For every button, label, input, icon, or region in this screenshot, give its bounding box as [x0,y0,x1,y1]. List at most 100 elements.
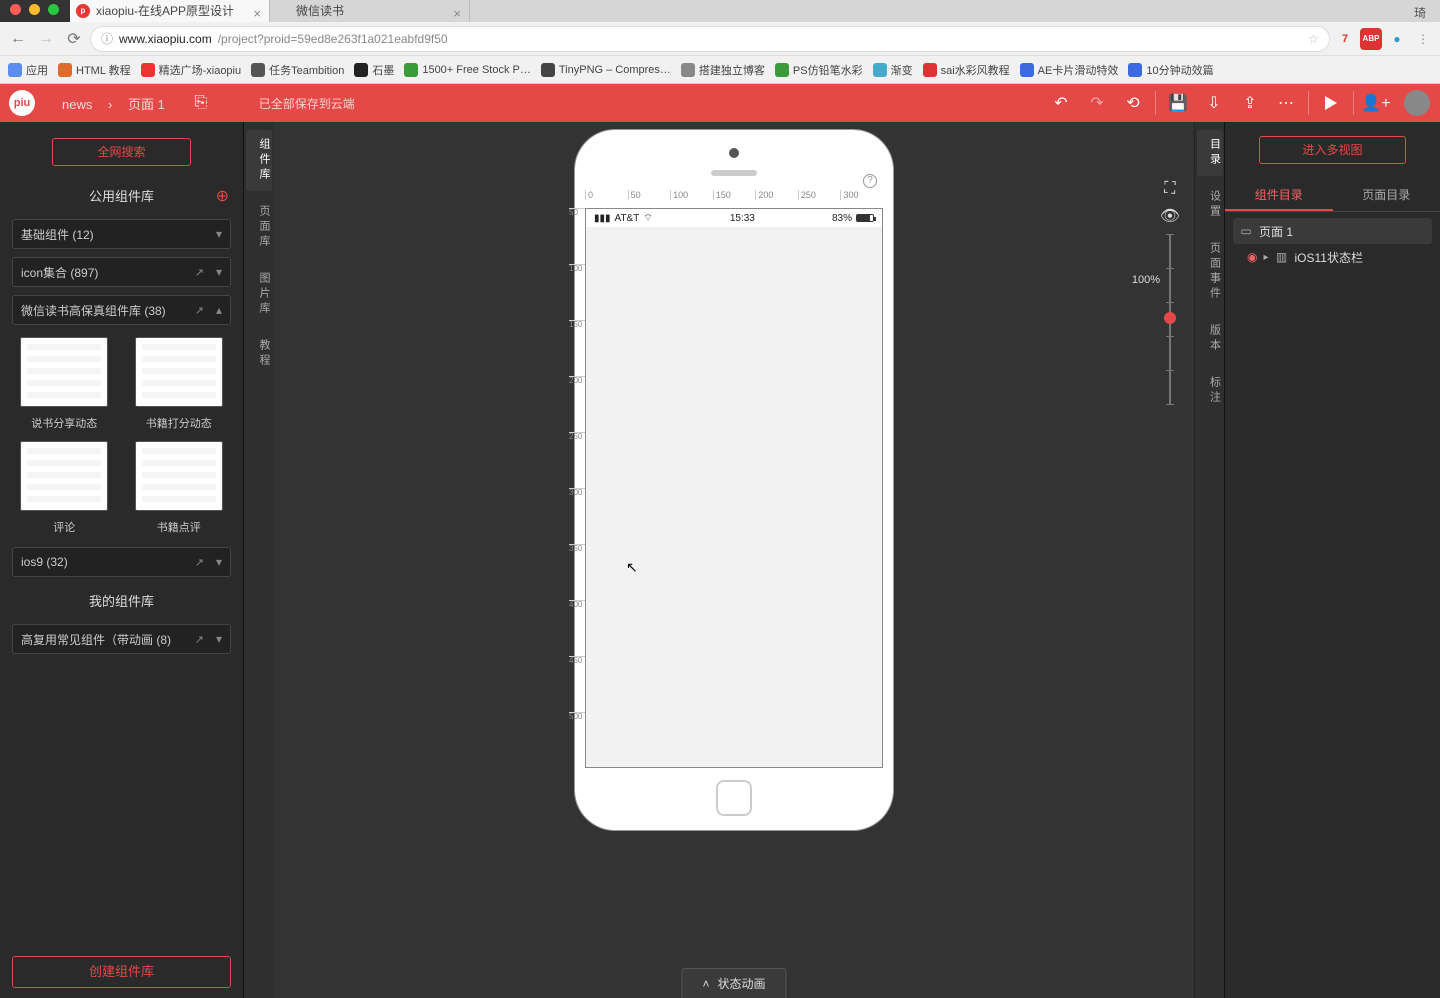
zoom-handle[interactable] [1164,312,1176,324]
dock-annotate[interactable]: 标注 [1197,368,1223,414]
status-animation-panel[interactable]: ˄ 状态动画 [681,968,786,998]
save-icon[interactable]: 💾 [1160,84,1196,122]
breadcrumb: news › 页面 1 [44,94,183,113]
save-status: 已全部保存到云端 [259,95,355,112]
browser-tab[interactable]: 微信读书 × [270,0,470,22]
bookmark[interactable]: 石墨 [354,62,394,78]
window-controls[interactable] [10,4,59,15]
preview-icon[interactable]: 👁 [1160,206,1180,226]
bookmark[interactable]: PS仿铅笔水彩 [775,62,863,78]
battery-label: 83% [832,213,852,224]
app-logo[interactable]: piu [0,84,44,122]
dock-images[interactable]: 图片库 [246,264,272,325]
dock-pages[interactable]: 页面库 [246,197,272,258]
group-wechat[interactable]: 微信读书高保真组件库 (38)↗▴ [12,295,231,325]
fullscreen-icon[interactable]: ⛶ [1164,180,1175,198]
component-item[interactable]: 说书分享动态 [14,337,115,431]
browser-tab-active[interactable]: p xiaopiu-在线APP原型设计 × [70,0,270,22]
add-page-icon[interactable]: ⎘ [183,84,219,122]
group-basic[interactable]: 基础组件 (12)▾ [12,219,231,249]
dock-outline[interactable]: 目录 [1197,130,1223,176]
open-icon[interactable]: ↗ [195,304,204,317]
bookmark[interactable]: 10分钟动效篇 [1128,62,1213,78]
bookmark-icon [8,63,22,77]
component-item[interactable]: 书籍打分动态 [129,337,230,431]
dock-settings[interactable]: 设置 [1197,182,1223,228]
chevron-down-icon: ▾ [216,555,222,569]
dock-events[interactable]: 页面事件 [1197,234,1223,310]
crumb-page[interactable]: 页面 1 [128,97,165,112]
user-avatar[interactable] [1404,90,1430,116]
multiview-button[interactable]: 进入多视图 [1259,136,1406,164]
add-icon[interactable]: ⊕ [216,186,229,206]
bookmark[interactable]: 精选广场-xiaopiu [141,62,242,78]
zoom-slider[interactable] [1169,234,1171,404]
bookmark[interactable]: 渐变 [873,62,913,78]
carrier-label: AT&T [615,213,640,224]
menu-icon[interactable]: ⋮ [1412,28,1434,50]
tab-page-outline[interactable]: 页面目录 [1333,178,1440,211]
download-icon[interactable]: ⇩ [1196,84,1232,122]
bookmark[interactable]: AE卡片滑动特效 [1020,62,1119,78]
page-icon: ▭ [1239,224,1253,238]
canvas[interactable]: ⛶ 👁 100% ? 050100150200250300 5010015020… [274,122,1194,998]
group-ios9[interactable]: ios9 (32)↗▾ [12,547,231,577]
redo-icon[interactable]: ↷ [1079,84,1115,122]
home-button [716,780,752,816]
help-icon[interactable]: ? [863,174,877,188]
component-item[interactable]: 评论 [14,441,115,535]
url-path: /project?proid=59ed8e263f1a021eabfd9f50 [218,32,448,46]
crumb-project[interactable]: news [62,97,92,112]
history-icon[interactable]: ⟲ [1115,84,1151,122]
group-icon[interactable]: icon集合 (897)↗▾ [12,257,231,287]
browser-addressbar: ← → ⟳ ⓘ www.xiaopiu.com/project?proid=59… [0,22,1440,56]
open-icon[interactable]: ↗ [195,266,204,279]
global-search-button[interactable]: 全网搜索 [52,138,191,166]
open-icon[interactable]: ↗ [195,556,204,569]
dock-tutorial[interactable]: 教程 [246,331,272,377]
reload-button[interactable]: ⟳ [62,27,86,51]
bookmark[interactable]: TinyPNG – Compres… [541,63,671,77]
bookmark[interactable]: 任务Teambition [251,62,344,78]
url-field[interactable]: ⓘ www.xiaopiu.com/project?proid=59ed8e26… [90,26,1330,52]
star-icon[interactable]: ☆ [1308,32,1319,46]
bookmark[interactable]: sai水彩风教程 [923,62,1010,78]
create-library-button[interactable]: 创建组件库 [12,956,231,988]
tree-page-row[interactable]: ▭ 页面 1 [1233,218,1432,244]
chevron-up-icon: ▴ [216,303,222,317]
undo-icon[interactable]: ↶ [1043,84,1079,122]
bookmark[interactable]: 应用 [8,62,48,78]
browser-profile[interactable]: 琦 [1414,4,1426,21]
bookmark[interactable]: HTML 教程 [58,62,131,78]
bookmark-icon [681,63,695,77]
chevron-right-icon[interactable]: ▸ [1263,252,1268,263]
app-root: piu news › 页面 1 ⎘ 已全部保存到云端 ↶ ↷ ⟲ 💾 ⇩ ⇪ ⋯… [0,84,1440,998]
bookmark[interactable]: 1500+ Free Stock P… [404,63,531,77]
bookmark-icon [58,63,72,77]
ext-icon[interactable]: ● [1386,28,1408,50]
visibility-icon[interactable]: ◉ [1247,250,1257,264]
share-icon[interactable]: ⇪ [1232,84,1268,122]
back-button[interactable]: ← [6,27,30,51]
dock-components[interactable]: 组件库 [246,130,272,191]
tree-statusbar-row[interactable]: ◉ ▸ ▥ iOS11状态栏 [1233,244,1432,270]
bookmark[interactable]: 搭建独立博客 [681,62,765,78]
ios-statusbar[interactable]: ▮▮▮ AT&T ⌔ 15:33 83% [586,209,882,227]
tab-title: 微信读书 [296,4,344,18]
play-button[interactable] [1313,84,1349,122]
group-mycommon[interactable]: 高复用常见组件（带动画 (8)↗▾ [12,624,231,654]
open-icon[interactable]: ↗ [195,633,204,646]
tab-component-outline[interactable]: 组件目录 [1225,178,1333,211]
ext-icon[interactable]: 7 [1334,28,1356,50]
signal-icon: ▮▮▮ [594,213,611,224]
dock-version[interactable]: 版本 [1197,316,1223,362]
info-icon[interactable]: ⓘ [101,30,113,47]
component-item[interactable]: 书籍点评 [129,441,230,535]
device-screen[interactable]: ▮▮▮ AT&T ⌔ 15:33 83% ↖ [585,208,883,768]
chevron-down-icon: ▾ [216,265,222,279]
more-icon[interactable]: ⋯ [1268,84,1304,122]
add-member-icon[interactable]: 👤+ [1358,84,1394,122]
favicon-icon: p [76,4,90,18]
zoom-controls: ⛶ 👁 [1160,180,1180,404]
abp-icon[interactable]: ABP [1360,28,1382,50]
